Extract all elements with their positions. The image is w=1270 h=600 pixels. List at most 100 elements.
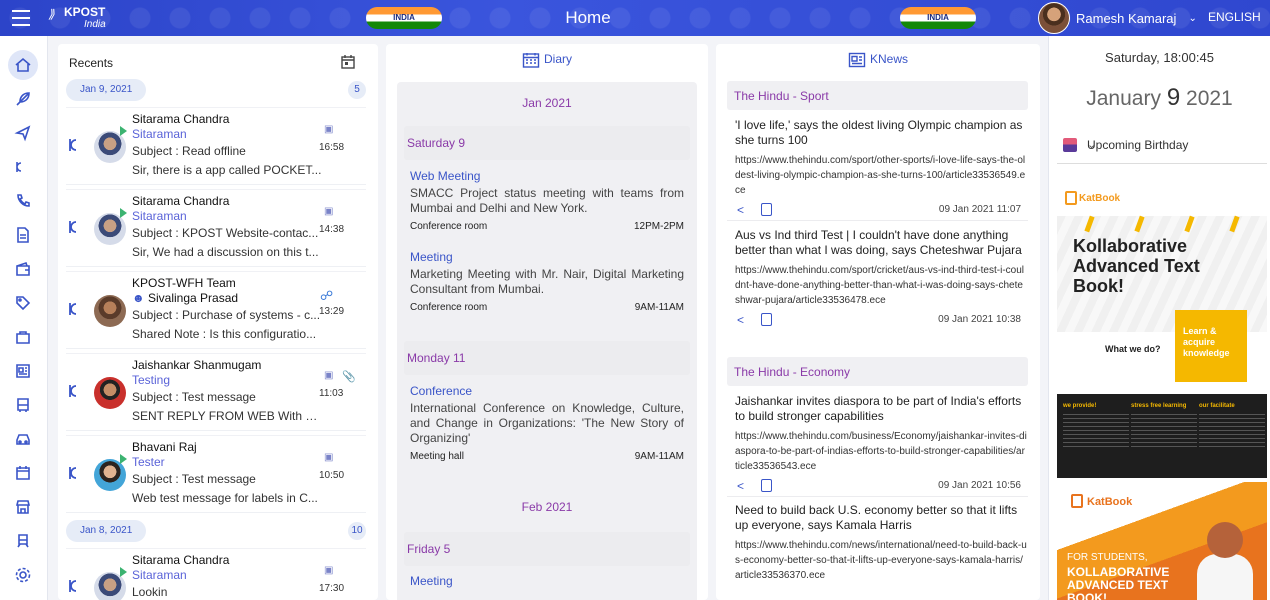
message-time: 17:30 — [319, 583, 345, 594]
article-link[interactable]: https://www.thehindu.com/sport/other-spo… — [735, 153, 1027, 198]
diary-event[interactable]: Meeting Marketing Meeting with Mr. Nair,… — [410, 250, 684, 313]
calendar-icon[interactable] — [8, 458, 38, 488]
send-icon[interactable] — [8, 118, 38, 148]
day-header: Saturday 9 — [404, 126, 690, 160]
share-icon[interactable]: < — [737, 479, 744, 493]
avatar — [1038, 2, 1070, 34]
kpost-icon — [69, 139, 77, 151]
play-icon — [120, 126, 127, 136]
news-article[interactable]: Need to build back U.S. economy better s… — [735, 503, 1027, 583]
event-title: Meeting — [410, 574, 453, 588]
list-item[interactable]: KPOST-WFH Team ☻ Sivalinga Prasad Subjec… — [66, 271, 366, 349]
event-place: Meeting hall — [410, 451, 464, 462]
message-recipient: Testing — [132, 373, 171, 387]
user-name: Ramesh Kamaraj — [1076, 10, 1177, 26]
bus-icon[interactable] — [8, 390, 38, 420]
upcoming-birthday-dropdown[interactable]: Upcoming Birthday ⌄ — [1057, 130, 1267, 164]
katbook-ad-features[interactable]: we provide! stress free learning our fac… — [1057, 394, 1267, 478]
tags-icon[interactable] — [8, 288, 38, 318]
katbook-ad-students[interactable]: KatBook FOR STUDENTS, KOLLABORATIVE ADVA… — [1057, 482, 1267, 600]
message-time: 10:50 — [319, 470, 345, 481]
bag-icon[interactable] — [8, 322, 38, 352]
copy-icon[interactable] — [761, 313, 772, 326]
group-icon: ▣ — [324, 565, 334, 576]
play-icon — [120, 567, 127, 577]
cake-icon — [1063, 138, 1077, 152]
article-date: 09 Jan 2021 10:56 — [938, 480, 1021, 491]
kpost-logo[interactable]: ⟫ KPOST India — [48, 5, 118, 31]
news-source-header[interactable]: The Hindu - Economy — [727, 357, 1028, 386]
wallet-icon[interactable] — [8, 254, 38, 284]
top-bar: ⟫ KPOST India INDIA Home INDIA Ramesh Ka… — [0, 0, 1270, 36]
document-icon[interactable] — [8, 220, 38, 250]
recents-title: Recents — [69, 56, 114, 70]
list-item[interactable]: Sitarama Chandra Sitaraman Subject : KPO… — [66, 189, 366, 267]
diary-event[interactable]: Conference International Conference on K… — [410, 384, 684, 462]
day-header: Friday 5 — [404, 532, 690, 566]
message-subject: Lookin — [132, 585, 168, 599]
car-icon[interactable] — [8, 424, 38, 454]
copy-icon[interactable] — [761, 479, 772, 492]
diary-header[interactable]: Diary — [386, 52, 708, 68]
ad-callout: Learn & acquire knowledge — [1175, 310, 1247, 382]
event-time: 12PM-2PM — [633, 221, 684, 232]
share-icon[interactable]: < — [737, 203, 744, 217]
date-pill: Jan 8, 2021 — [66, 520, 147, 542]
list-item[interactable]: Jaishankar Shanmugam Testing Subject : T… — [66, 353, 366, 431]
news-source-header[interactable]: The Hindu - Sport — [727, 81, 1028, 110]
logo-mark-icon: ⟫ — [48, 7, 55, 21]
language-selector[interactable]: ENGLISH — [1208, 10, 1261, 24]
message-recipient: Sitaraman — [132, 209, 187, 223]
article-link[interactable]: https://www.thehindu.com/news/internatio… — [735, 538, 1027, 583]
katbook-ad[interactable]: KatBook Kollaborative Advanced Text Book… — [1057, 186, 1267, 382]
message-recipient: ☻ Sivalinga Prasad — [132, 291, 239, 305]
message-subject: Subject : Test message — [132, 390, 256, 404]
share-icon[interactable]: < — [737, 313, 744, 327]
katbook-logo-icon — [1065, 191, 1077, 205]
list-item[interactable]: Bhavani Raj Tester Subject : Test messag… — [66, 435, 366, 513]
chevron-down-icon[interactable]: ⌄ — [1087, 138, 1263, 151]
message-sender: Jaishankar Shanmugam — [132, 358, 262, 372]
store-icon[interactable] — [8, 492, 38, 522]
article-link[interactable]: https://www.thehindu.com/business/Econom… — [735, 429, 1027, 474]
ad-line: FOR STUDENTS, — [1067, 552, 1148, 563]
message-preview: Sir, there is a app called POCKET... — [132, 163, 322, 177]
train-icon[interactable] — [8, 526, 38, 556]
list-item[interactable]: Sitarama Chandra Sitaraman Subject : Rea… — [66, 107, 366, 185]
menu-icon[interactable] — [12, 10, 30, 26]
ad-subheading: What we do? — [1105, 344, 1161, 354]
feather-icon[interactable] — [8, 84, 38, 114]
message-preview: Sir, We had a discussion on this t... — [132, 245, 319, 259]
message-time: 14:38 — [319, 224, 345, 235]
news-article[interactable]: 'I love life,' says the oldest living Ol… — [735, 118, 1027, 220]
chevron-down-icon[interactable]: ⌄ — [1188, 13, 1196, 24]
share-icon: ☍ — [320, 288, 334, 303]
news-article[interactable]: Jaishankar invites diaspora to be part o… — [735, 394, 1027, 496]
home-icon[interactable] — [8, 50, 38, 80]
calendar-icon — [522, 53, 540, 68]
article-link[interactable]: https://www.thehindu.com/sport/cricket/a… — [735, 263, 1027, 308]
news-article[interactable]: Aus vs Ind third Test | I couldn't have … — [735, 228, 1027, 330]
article-headline: 'I love life,' says the oldest living Ol… — [735, 118, 1023, 147]
avatar — [94, 377, 126, 409]
calendar-icon[interactable] — [340, 54, 356, 70]
user-menu[interactable]: Ramesh Kamaraj ⌄ — [1038, 2, 1197, 34]
kpost-icon — [69, 303, 77, 315]
diary-event[interactable]: Web Meeting SMACC Project status meeting… — [410, 169, 684, 232]
event-time: 9AM-11AM — [634, 451, 684, 462]
ad-headline: Kollaborative Advanced Text Book! — [1073, 236, 1200, 296]
page-title: Home — [565, 8, 611, 27]
news-icon[interactable] — [8, 356, 38, 386]
settings-icon[interactable] — [8, 560, 38, 590]
message-sender: Bhavani Raj — [132, 440, 197, 454]
right-sidebar: Saturday, 18:00:45 January 9 2021 Upcomi… — [1048, 36, 1270, 600]
knews-header[interactable]: KNews — [716, 52, 1040, 68]
event-title: Web Meeting — [410, 169, 481, 183]
copy-icon[interactable] — [761, 203, 772, 216]
ad-brand: KatBook — [1079, 193, 1121, 204]
ad-column: stress free learning — [1131, 402, 1197, 448]
list-item[interactable]: Sitarama Chandra Sitaraman Lookin ▣ 17:3… — [66, 548, 366, 600]
kpost-icon[interactable] — [8, 152, 38, 182]
diary-event[interactable]: Meeting — [410, 574, 684, 588]
phone-icon[interactable] — [8, 186, 38, 216]
